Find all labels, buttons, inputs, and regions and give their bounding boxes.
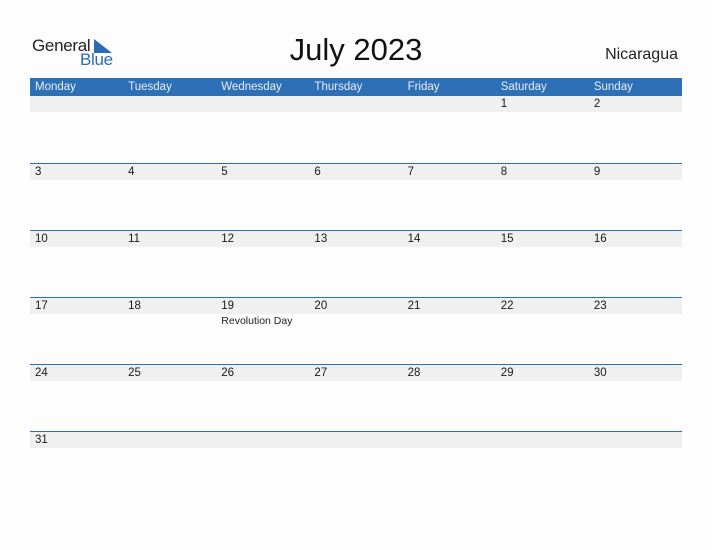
weekday-wednesday: Wednesday	[221, 81, 282, 93]
day-number: 21	[407, 300, 421, 312]
day-number: 20	[314, 300, 328, 312]
day-number: 18	[128, 300, 141, 312]
day-number: 4	[128, 166, 135, 178]
holiday-label	[589, 314, 682, 328]
weekday-monday: Monday	[35, 81, 76, 93]
day-number	[403, 432, 496, 448]
holiday-label	[403, 314, 496, 328]
day-number	[309, 96, 402, 112]
day-number: 15	[500, 233, 514, 245]
week-row: 24 25 26 27 28 29 30	[30, 364, 682, 431]
weekday-thursday: Thursday	[314, 81, 363, 93]
date-strip: 17 18 19 20 21 22 23	[30, 297, 682, 314]
day-number: 30	[593, 367, 607, 379]
date-strip: 31	[30, 431, 682, 448]
day-number: 6	[314, 166, 321, 178]
week-row: 17 18 19 20 21 22 23 Revolution Day	[30, 297, 682, 364]
date-strip: 12	[30, 96, 682, 112]
day-number: 16	[593, 233, 607, 245]
holiday-label	[123, 314, 216, 328]
holiday-label	[496, 314, 589, 328]
day-number: 7	[407, 166, 414, 178]
day-number: 2	[593, 98, 601, 110]
calendar-grid: Monday Tuesday Wednesday Thursday Friday…	[30, 78, 682, 498]
date-strip: 24 25 26 27 28 29 30	[30, 364, 682, 381]
day-number: 29	[500, 367, 514, 379]
day-number	[496, 432, 589, 448]
day-number: 23	[593, 300, 607, 312]
date-strip: 10 11 12 13 14 15 16	[30, 230, 682, 247]
day-number	[30, 96, 123, 112]
day-number: 17	[35, 300, 48, 312]
day-number: 10	[35, 233, 48, 245]
day-number: 24	[35, 367, 48, 379]
day-number	[216, 432, 309, 448]
day-number: 5	[221, 166, 228, 178]
day-number	[309, 432, 402, 448]
day-number: 13	[314, 233, 328, 245]
weekday-saturday: Saturday	[500, 81, 547, 93]
day-number: 14	[407, 233, 421, 245]
week-row: 10 11 12 13 14 15 16	[30, 230, 682, 297]
day-number: 11	[128, 233, 141, 245]
weeks-container: 1 2 3 4 5 6 7 8 9 10 11 12 13 14 15 16 17 18 19 20 21 22 23 Rev…	[30, 96, 682, 498]
day-number	[216, 96, 309, 112]
day-number	[589, 432, 682, 448]
day-number: 12	[221, 233, 235, 245]
day-number: 9	[593, 166, 601, 178]
day-number	[123, 96, 216, 112]
day-number	[403, 96, 496, 112]
weekday-header: Monday Tuesday Wednesday Thursday Friday…	[30, 78, 682, 96]
day-number: 8	[500, 166, 508, 178]
week-row: 3 4 5 6 7 8 9	[30, 163, 682, 230]
weekday-friday: Friday	[407, 81, 440, 93]
date-strip: 3 4 5 6 7 8 9	[30, 163, 682, 180]
day-number: 22	[500, 300, 514, 312]
holiday-label: Revolution Day	[221, 315, 293, 327]
week-row: 12	[30, 96, 682, 163]
day-number	[123, 432, 216, 448]
day-number: 1	[500, 98, 508, 110]
week-row: 31	[30, 431, 682, 498]
holiday-row: Revolution Day	[30, 314, 682, 328]
day-number: 31	[35, 434, 48, 446]
day-number: 19	[221, 300, 235, 312]
day-number: 26	[221, 367, 235, 379]
holiday-label	[30, 314, 123, 328]
day-number: 25	[128, 367, 141, 379]
weekday-tuesday: Tuesday	[128, 81, 172, 93]
country-name: Nicaragua	[605, 46, 678, 63]
weekday-sunday: Sunday	[593, 81, 633, 93]
holiday-label	[309, 314, 402, 328]
day-number: 27	[314, 367, 328, 379]
day-number: 28	[407, 367, 421, 379]
day-number: 3	[35, 166, 42, 178]
